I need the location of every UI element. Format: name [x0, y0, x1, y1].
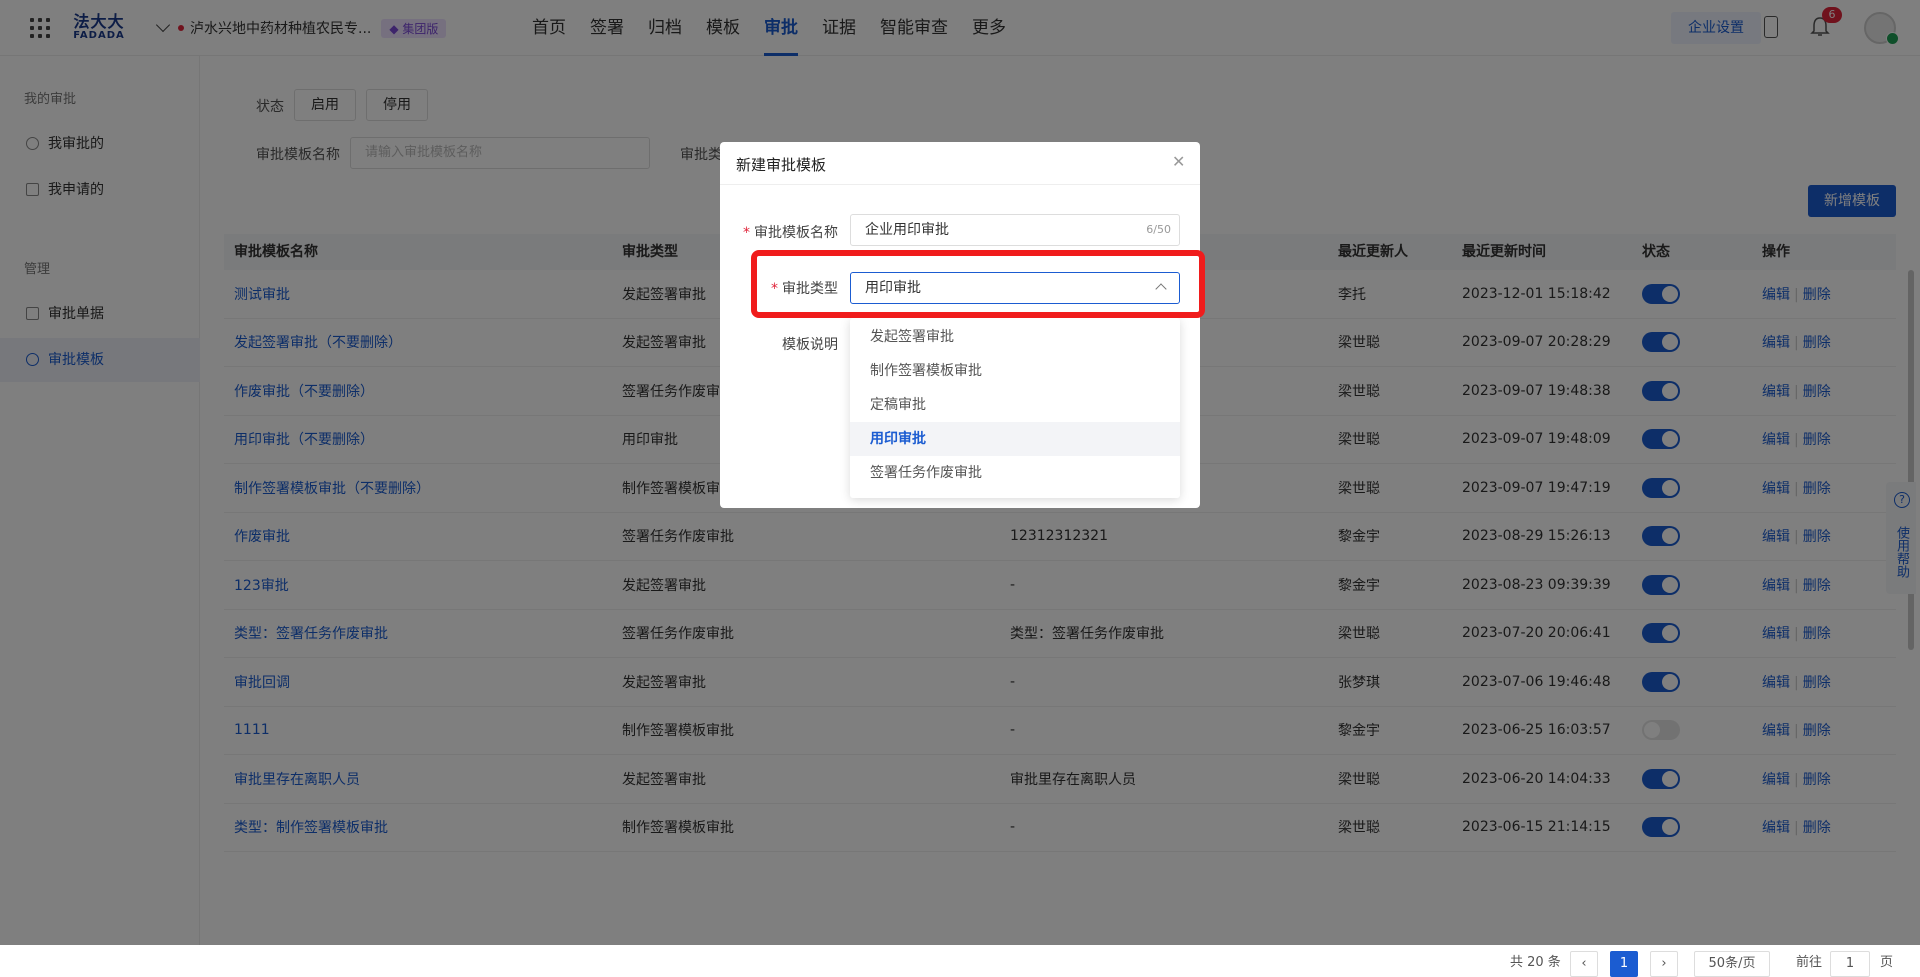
goto-page-input[interactable]: 1 — [1830, 951, 1870, 977]
prev-page-button[interactable]: ‹ — [1570, 951, 1598, 977]
template-name-input[interactable]: 企业用印审批 6/50 — [850, 214, 1180, 246]
dropdown-option-3[interactable]: 用印审批 — [850, 422, 1180, 456]
dropdown-option-4[interactable]: 签署任务作废审批 — [850, 456, 1180, 490]
page-size-select[interactable]: 50条/页 — [1694, 951, 1770, 977]
template-name-label: * 审批模板名称 — [743, 225, 838, 241]
next-page-button[interactable]: › — [1650, 951, 1678, 977]
goto-unit-label: 页 — [1880, 955, 1894, 970]
dialog-divider — [720, 184, 1200, 185]
dropdown-option-1[interactable]: 制作签署模板审批 — [850, 354, 1180, 388]
dialog-title: 新建审批模板 — [736, 156, 827, 174]
char-count: 6/50 — [1146, 223, 1171, 236]
page-number-button[interactable]: 1 — [1610, 951, 1638, 977]
dropdown-option-0[interactable]: 发起签署审批 — [850, 320, 1180, 354]
approval-type-dropdown: 发起签署审批 制作签署模板审批 定稿审批 用印审批 签署任务作废审批 — [850, 318, 1180, 498]
pagination-total: 共 20 条 — [1510, 955, 1561, 970]
template-desc-label: 模板说明 — [782, 337, 838, 353]
highlight-box — [751, 250, 1205, 318]
dropdown-option-2[interactable]: 定稿审批 — [850, 388, 1180, 422]
goto-label: 前往 — [1796, 955, 1823, 970]
close-icon[interactable]: ✕ — [1172, 152, 1185, 171]
